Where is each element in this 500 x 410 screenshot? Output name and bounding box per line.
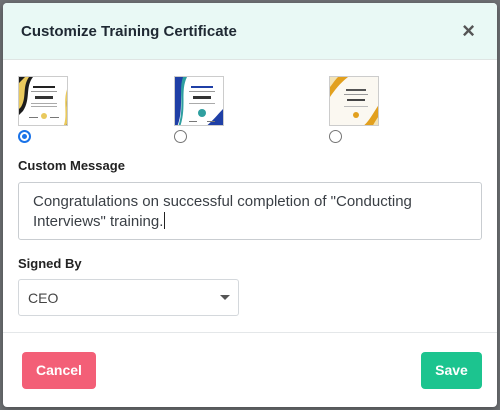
signed-by-value: CEO — [28, 289, 59, 306]
radio-unselected[interactable] — [329, 130, 342, 143]
template-options — [18, 76, 482, 152]
template-3-radio[interactable] — [329, 130, 381, 143]
chevron-down-icon — [220, 295, 230, 300]
modal-header: Customize Training Certificate × — [3, 3, 497, 60]
template-3-thumbnail[interactable] — [329, 76, 379, 126]
signed-by-select[interactable]: CEO — [18, 279, 239, 316]
close-icon[interactable]: × — [460, 20, 477, 42]
modal-footer: Cancel Save — [3, 332, 497, 407]
radio-selected[interactable] — [18, 130, 31, 143]
certificate-modal: Customize Training Certificate × Custom … — [3, 3, 497, 407]
template-option-2[interactable] — [174, 76, 226, 143]
text-caret — [164, 212, 166, 229]
template-option-1[interactable] — [18, 76, 70, 143]
template-2-radio[interactable] — [174, 130, 226, 143]
cancel-button[interactable]: Cancel — [22, 351, 96, 389]
template-option-3[interactable] — [329, 76, 381, 143]
template-1-radio[interactable] — [18, 130, 70, 143]
template-2-thumbnail[interactable] — [174, 76, 224, 126]
custom-message-label: Custom Message — [18, 158, 125, 173]
save-button[interactable]: Save — [421, 351, 482, 389]
radio-unselected[interactable] — [174, 130, 187, 143]
modal-body: Custom Message Congratulations on succes… — [3, 60, 497, 316]
message-text: Congratulations on successful completion… — [33, 193, 412, 230]
template-1-thumbnail[interactable] — [18, 76, 68, 126]
modal-title: Customize Training Certificate — [21, 22, 237, 40]
signed-by-label: Signed By — [18, 256, 82, 271]
custom-message-textarea[interactable]: Congratulations on successful completion… — [18, 182, 482, 240]
